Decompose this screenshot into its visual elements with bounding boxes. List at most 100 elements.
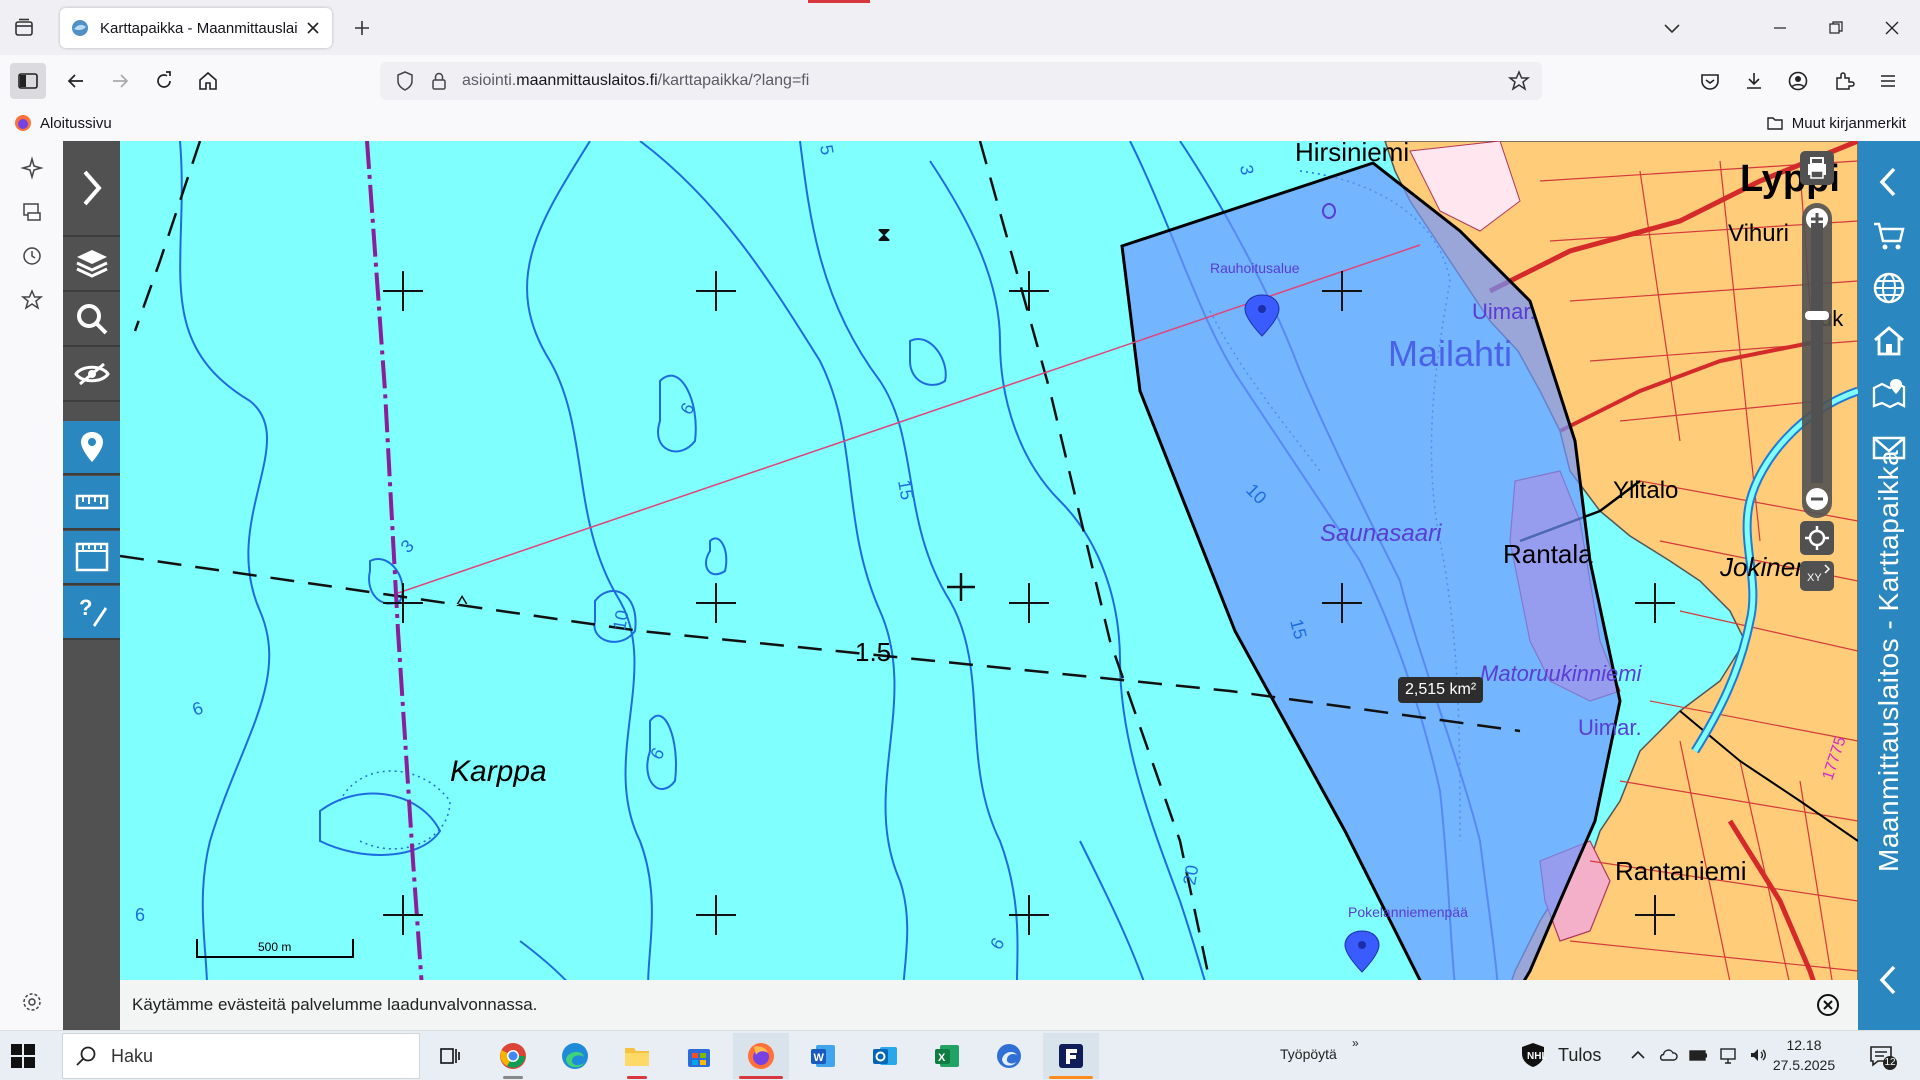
excel-icon[interactable]: X (919, 1033, 975, 1079)
store-icon[interactable] (671, 1033, 727, 1079)
hockey-logo-icon: NHL (1522, 1043, 1546, 1067)
task-view-icon[interactable] (422, 1033, 478, 1079)
edge-icon[interactable] (547, 1033, 603, 1079)
windows-start-icon[interactable] (8, 1041, 38, 1071)
battery-icon[interactable] (1688, 1045, 1708, 1065)
lock-icon[interactable] (428, 70, 450, 92)
restore-window-icon[interactable] (1808, 0, 1864, 55)
ai-sparkle-icon[interactable] (20, 156, 44, 180)
measure-distance-button[interactable] (63, 476, 120, 530)
layers-icon (75, 250, 108, 278)
xy-icon: XY (1807, 572, 1822, 584)
zoom-slider-handle[interactable] (1805, 311, 1829, 320)
search-placeholder: Haku (111, 1045, 154, 1066)
label-pokelanniemenpaa: Pokelanniemenpää (1348, 904, 1468, 920)
url-domain: maanmittauslaitos.fi (516, 72, 658, 89)
reload-icon[interactable] (146, 63, 182, 99)
firefox-logo-icon (15, 115, 31, 131)
account-icon[interactable] (1780, 63, 1816, 99)
search-icon (76, 304, 107, 335)
network-icon[interactable] (1718, 1045, 1738, 1065)
settings-gear-icon[interactable] (20, 990, 44, 1014)
notifications-icon[interactable]: 12 (1868, 1043, 1898, 1071)
map-layers-button[interactable] (63, 238, 120, 292)
forward-arrow-icon[interactable] (102, 63, 138, 99)
extensions-icon[interactable] (1826, 63, 1862, 99)
collapse-chevron-left-icon[interactable] (1872, 963, 1906, 997)
browser-sidebar (0, 141, 63, 1030)
hide-ui-button[interactable] (63, 348, 120, 402)
label-ylitalo: Ylitalo (1613, 477, 1678, 504)
address-bar[interactable]: asiointi. maanmittauslaitos.fi/karttapaik… (380, 62, 1542, 100)
tab-overview-icon[interactable] (12, 16, 36, 40)
label-matoruukinniemi: Matoruukinniemi (1480, 661, 1643, 686)
navigation-toolbar: asiointi. maanmittauslaitos.fi/karttapaik… (0, 55, 1920, 105)
clock-time: 12.18 (1786, 1037, 1822, 1053)
zoom-slider-track[interactable] (1811, 223, 1823, 483)
bookmark-other-folder[interactable]: Muut kirjanmerkit (1766, 114, 1906, 132)
tracking-shield-icon[interactable] (394, 70, 416, 92)
file-explorer-icon[interactable] (609, 1033, 665, 1079)
firefox-icon[interactable] (733, 1033, 789, 1079)
expand-chevron-icon[interactable]: » (1352, 1036, 1359, 1050)
history-clock-icon[interactable] (20, 244, 44, 268)
back-arrow-icon[interactable] (58, 63, 94, 99)
new-tab-icon[interactable] (350, 16, 374, 40)
help-feedback-icon: ? (79, 595, 107, 627)
focus-app-icon[interactable] (1043, 1033, 1099, 1079)
app-title: Maanmittauslaitos - Karttapaikka (1873, 449, 1904, 873)
close-notice-icon[interactable] (1816, 993, 1840, 1017)
chevron-right-icon (82, 170, 102, 206)
menu-hamburger-icon[interactable] (1870, 63, 1906, 99)
depth-label: 20 (1179, 863, 1202, 886)
downloads-icon[interactable] (1736, 63, 1772, 99)
svg-text:W: W (814, 1052, 825, 1064)
close-tab-icon[interactable] (304, 19, 322, 37)
browser-tab-active[interactable]: Karttapaikka - Maanmittauslaitos (60, 8, 332, 48)
tab-bar: Karttapaikka - Maanmittauslaitos (0, 0, 1920, 55)
chevron-left-icon[interactable] (1872, 165, 1906, 199)
close-window-icon[interactable] (1864, 0, 1920, 55)
system-clock[interactable]: 12.18 27.5.2025 (1766, 1035, 1842, 1075)
folder-icon (1767, 117, 1783, 130)
help-button[interactable]: ? (63, 586, 120, 640)
synced-tabs-icon[interactable] (20, 200, 44, 224)
label-boundary-distance: 1.5 (855, 637, 891, 667)
depth-label: 10 (609, 608, 632, 631)
desktop-toolbar[interactable]: Työpöytä » (1280, 1036, 1359, 1062)
map-canvas[interactable]: ⧗ ⩟ Hirsiniemi Lyppi Vihuri uk Rauhoitus… (120, 141, 1858, 1030)
beacon-symbol: ⩟ (456, 589, 468, 611)
url-path: /karttapaikka/?lang=fi (657, 72, 810, 89)
home-icon[interactable] (190, 63, 226, 99)
map-application: ⧗ ⩟ Hirsiniemi Lyppi Vihuri uk Rauhoitus… (63, 141, 1920, 1030)
volume-icon[interactable] (1748, 1045, 1768, 1065)
minimize-window-icon[interactable] (1752, 0, 1808, 55)
tray-chevron-up-icon[interactable] (1628, 1045, 1648, 1065)
pocket-icon[interactable] (1692, 63, 1728, 99)
home-icon[interactable] (1872, 324, 1906, 358)
outlook-icon[interactable] (857, 1033, 913, 1079)
label-uimaranta-2: Uimar. (1578, 715, 1642, 740)
bookmark-home-label: Aloitussivu (40, 114, 112, 132)
teams-icon[interactable] (981, 1033, 1037, 1079)
word-icon[interactable]: W (795, 1033, 851, 1079)
taskbar-search[interactable]: Haku (62, 1033, 420, 1079)
globe-icon[interactable] (1872, 271, 1906, 305)
bookmark-home[interactable]: Aloitussivu (14, 114, 112, 132)
measure-area-button[interactable] (63, 531, 120, 585)
url-prefix: asiointi. (462, 72, 517, 89)
tab-list-chevron-icon[interactable] (1660, 16, 1684, 40)
expand-panel-button[interactable] (63, 141, 120, 237)
label-mailahti: Mailahti (1388, 333, 1512, 374)
onedrive-cloud-icon[interactable] (1658, 1045, 1678, 1065)
search-button[interactable] (63, 293, 120, 347)
weather-widget[interactable]: NHL Tulos (1520, 1042, 1601, 1068)
bookmarks-star-icon[interactable] (20, 288, 44, 312)
bookmark-star-icon[interactable] (1508, 70, 1530, 92)
add-marker-button[interactable] (63, 421, 120, 475)
chrome-icon[interactable] (485, 1033, 541, 1079)
map-tools-panel: ? (63, 141, 120, 1030)
shopping-cart-icon[interactable] (1872, 219, 1906, 253)
site-favicon-icon (72, 20, 88, 36)
sidebar-toggle-icon[interactable] (10, 63, 46, 99)
